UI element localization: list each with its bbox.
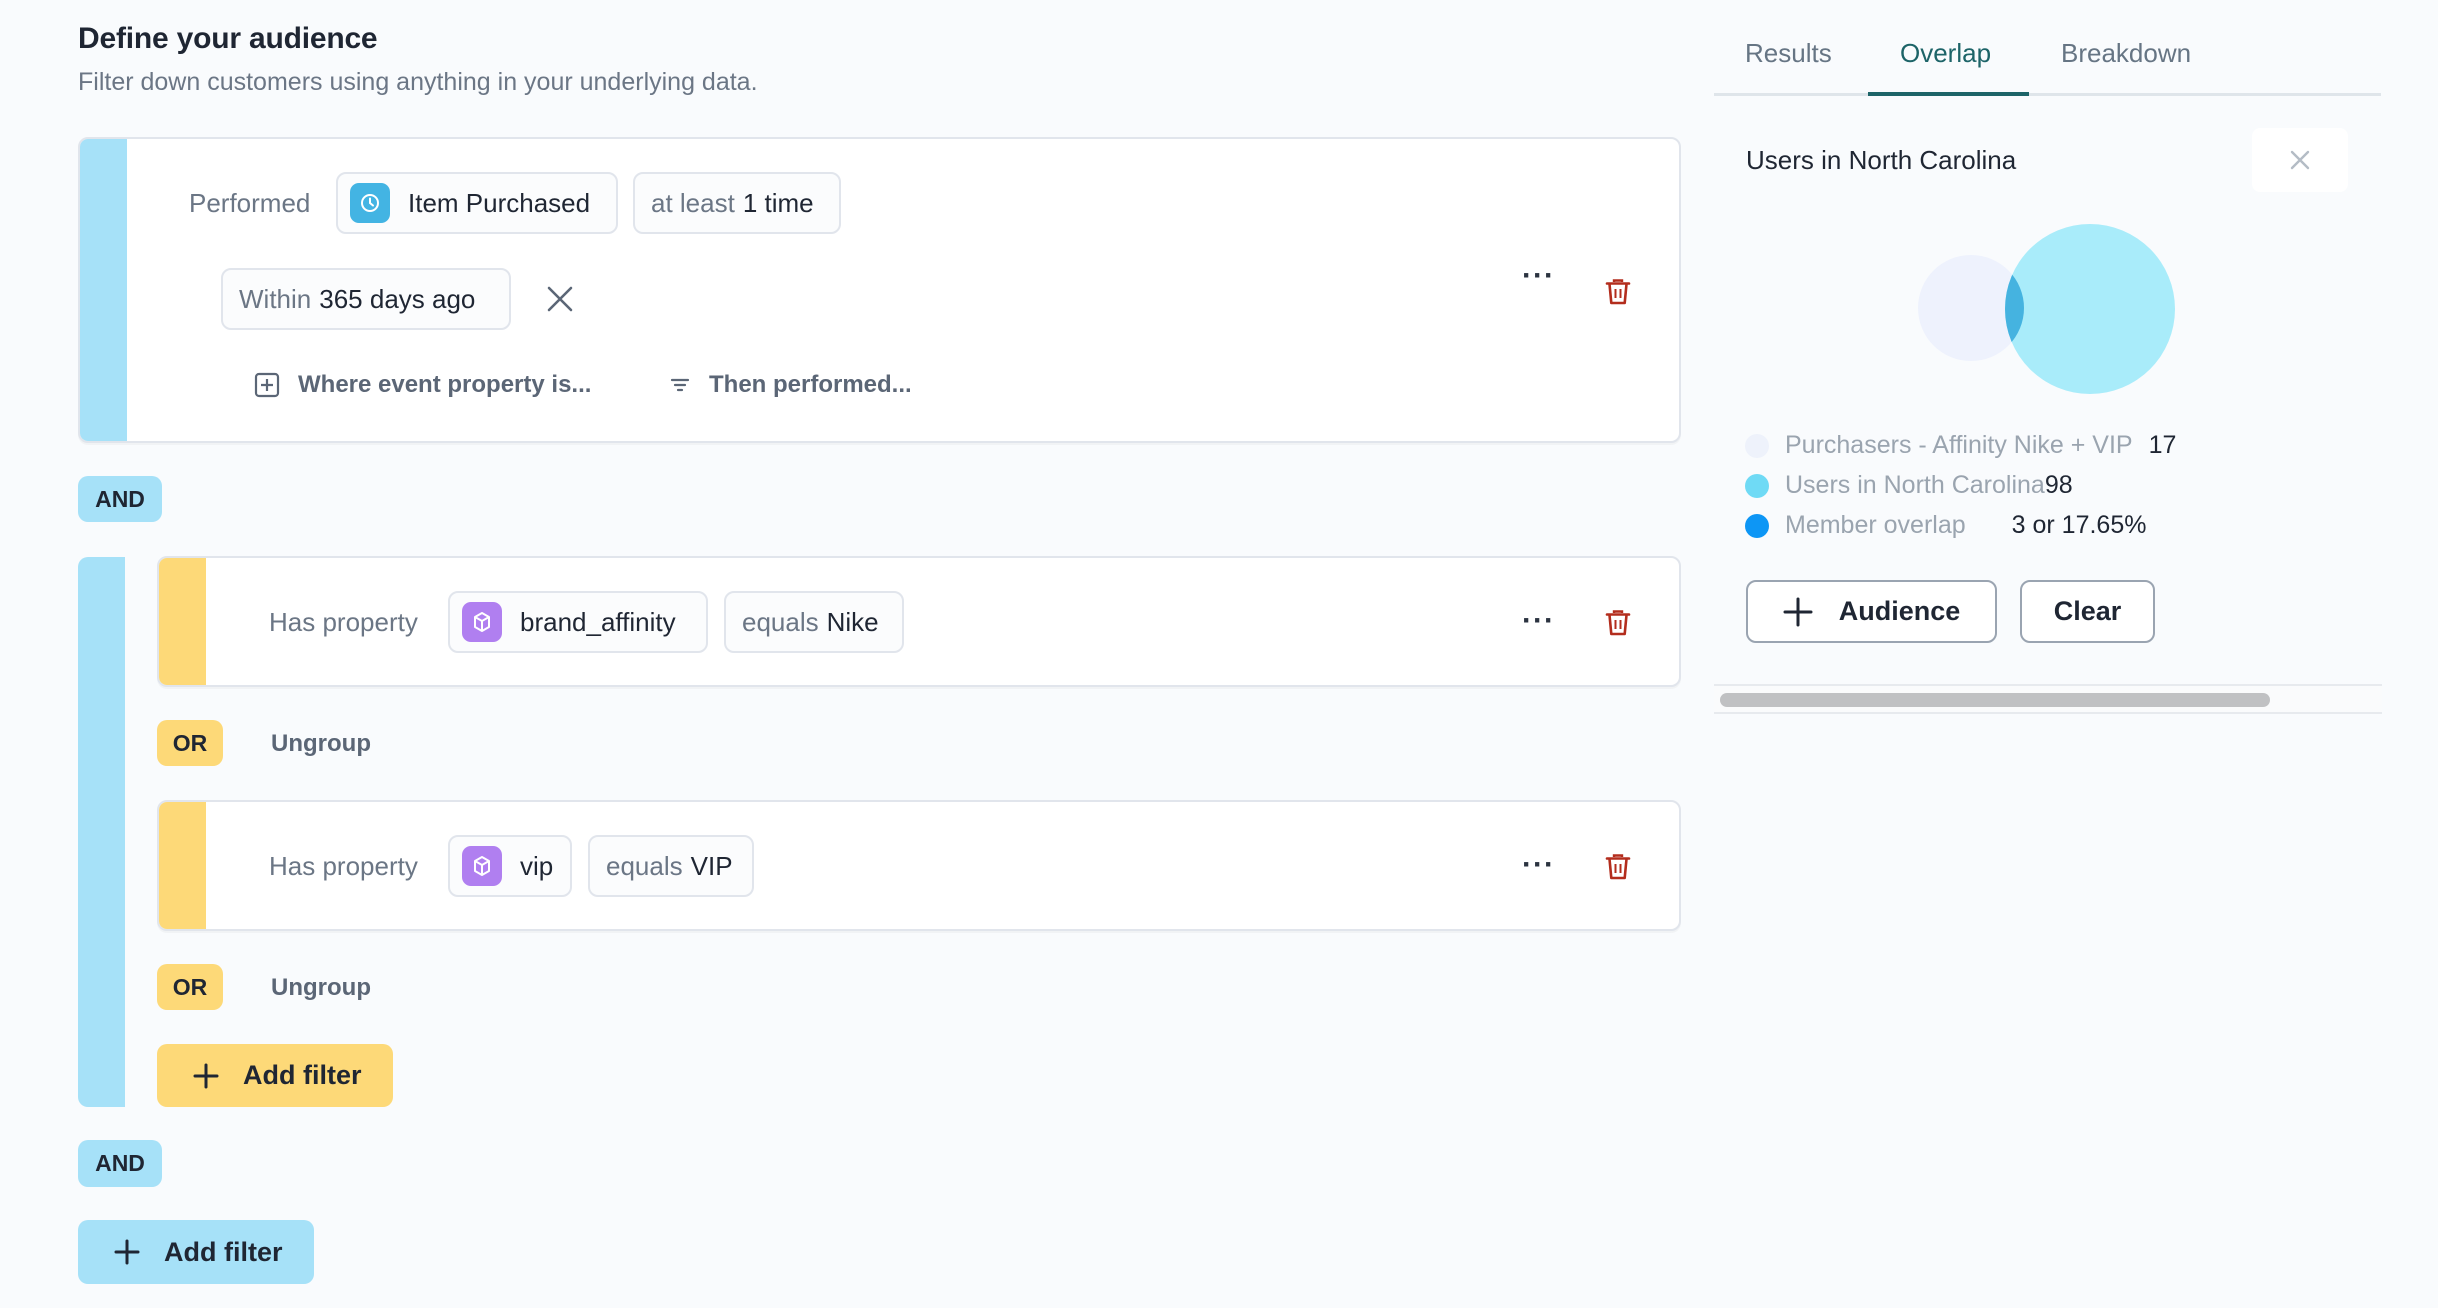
event-filter-card: Performed Item Purchased at least 1 time…: [78, 137, 1681, 443]
property-name: vip: [520, 850, 554, 881]
clock-icon: [350, 183, 390, 223]
plus-icon: [193, 1063, 219, 1088]
trash-icon[interactable]: [1605, 278, 1631, 306]
legend-label: Purchasers - Affinity Nike + VIP: [1785, 431, 2133, 459]
add-audience-label: Audience: [1838, 596, 1961, 626]
time-window-pill[interactable]: Within 365 days ago: [221, 268, 511, 330]
time-value: 365 days ago: [319, 283, 476, 314]
tab-overlap[interactable]: Overlap: [1900, 38, 1991, 69]
page-title: Define your audience: [78, 22, 378, 55]
plus-icon: [1783, 597, 1813, 626]
tab-breakdown[interactable]: Breakdown: [2061, 38, 2191, 69]
tab-bar: Results Overlap Breakdown: [1714, 0, 2381, 96]
legend-dot: [1745, 433, 1769, 458]
frequency-operator: at least: [651, 187, 735, 218]
page-subtitle: Filter down customers using anything in …: [78, 68, 758, 96]
legend-value: 3 or 17.65%: [2011, 511, 2147, 539]
scrollbar-thumb[interactable]: [1720, 693, 2270, 707]
group-add-filter-label: Add filter: [243, 1060, 362, 1090]
then-performed-button[interactable]: Then performed...: [669, 371, 912, 399]
legend-label: Member overlap: [1785, 511, 1966, 539]
property-name-pill[interactable]: brand_affinity: [448, 591, 708, 653]
or-connector-badge[interactable]: OR: [157, 720, 223, 766]
property-filter-card: Has property brand_affinity equals Nike …: [157, 556, 1681, 687]
card-stripe: [159, 802, 206, 929]
legend-item: Users in North Carolina 98: [1745, 471, 2073, 500]
active-tab-indicator: [1868, 92, 2029, 96]
event-name-pill[interactable]: Item Purchased: [336, 172, 618, 234]
legend-dot: [1745, 473, 1769, 498]
property-name: brand_affinity: [520, 606, 676, 637]
plus-icon: [114, 1239, 140, 1265]
legend-item: Member overlap 3 or 17.65%: [1745, 511, 2146, 540]
has-property-label: Has property: [269, 851, 418, 881]
trash-icon[interactable]: [1605, 609, 1631, 637]
tab-results[interactable]: Results: [1745, 38, 1832, 69]
trash-icon[interactable]: [1605, 853, 1631, 881]
property-value: VIP: [690, 850, 733, 881]
property-operator: equals: [742, 606, 819, 637]
legend-dot: [1745, 513, 1769, 538]
frequency-pill[interactable]: at least 1 time: [633, 172, 841, 234]
and-connector-badge[interactable]: AND: [78, 476, 162, 522]
legend-value: 98: [2044, 471, 2073, 499]
where-event-property-button[interactable]: Where event property is...: [254, 371, 591, 399]
or-connector-badge[interactable]: OR: [157, 964, 223, 1010]
and-connector-badge[interactable]: AND: [78, 1140, 162, 1187]
card-stripe: [159, 558, 206, 685]
legend-label: Users in North Carolina: [1785, 471, 2045, 499]
ungroup-button[interactable]: Ungroup: [271, 974, 371, 1002]
property-value: Nike: [826, 606, 879, 637]
overlap-audience-title: Users in North Carolina: [1746, 145, 2017, 175]
card-stripe: [80, 139, 127, 441]
group-add-filter-button[interactable]: Add filter: [157, 1044, 393, 1107]
performed-label: Performed: [189, 188, 311, 218]
ungroup-button[interactable]: Ungroup: [271, 730, 371, 758]
remove-time-window-icon[interactable]: [546, 285, 574, 318]
where-event-property-label: Where event property is...: [298, 371, 592, 398]
venn-diagram: [1918, 224, 2175, 394]
has-property-label: Has property: [269, 607, 418, 637]
more-options-icon[interactable]: ···: [1522, 604, 1555, 638]
property-condition-pill[interactable]: equals Nike: [724, 591, 904, 653]
time-operator: Within: [239, 283, 312, 314]
add-filter-label: Add filter: [164, 1236, 283, 1267]
close-icon: [2290, 150, 2310, 170]
legend-value: 17: [2148, 431, 2177, 459]
property-filter-card: Has property vip equals VIP ···: [157, 800, 1681, 931]
clear-button[interactable]: Clear: [2020, 580, 2155, 643]
group-bar: [78, 557, 125, 1107]
filter-lines-icon: [670, 378, 690, 392]
add-filter-button[interactable]: Add filter: [78, 1220, 314, 1284]
more-options-icon[interactable]: ···: [1522, 848, 1555, 882]
event-name: Item Purchased: [408, 187, 591, 218]
cube-icon: [462, 602, 502, 642]
frequency-value: 1 time: [742, 187, 814, 218]
more-options-icon[interactable]: ···: [1522, 259, 1555, 293]
venn-circle-north-carolina: [2005, 224, 2175, 394]
property-condition-pill[interactable]: equals VIP: [588, 835, 754, 897]
plus-square-icon: [254, 372, 280, 398]
horizontal-scrollbar[interactable]: [1714, 684, 2382, 714]
clear-label: Clear: [2053, 596, 2122, 626]
then-performed-label: Then performed...: [709, 371, 912, 398]
close-button[interactable]: [2252, 128, 2348, 192]
legend-item: Purchasers - Affinity Nike + VIP 17: [1745, 431, 2176, 460]
add-audience-button[interactable]: Audience: [1746, 580, 1997, 643]
cube-icon: [462, 846, 502, 886]
property-operator: equals: [606, 850, 683, 881]
property-name-pill[interactable]: vip: [448, 835, 572, 897]
